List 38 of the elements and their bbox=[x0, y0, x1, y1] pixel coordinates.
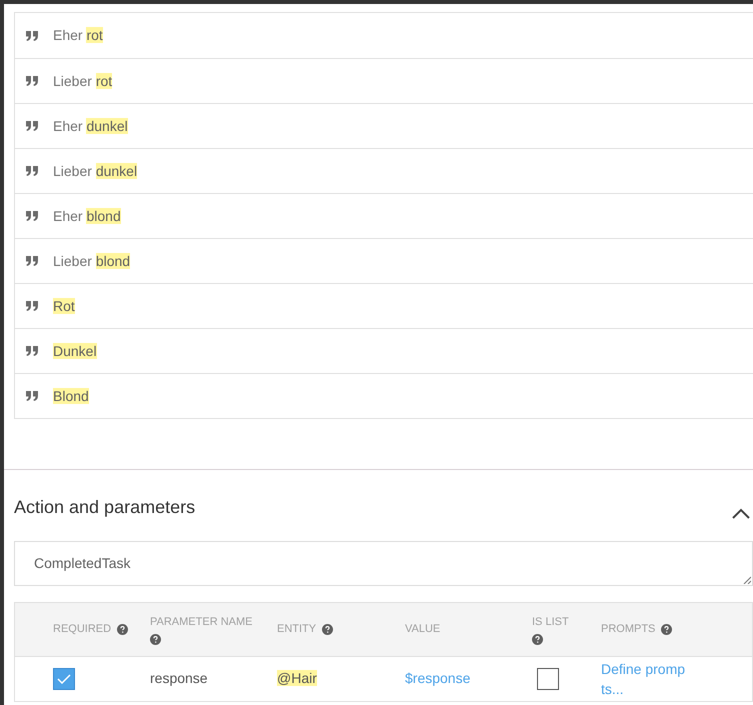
training-phrase[interactable]: Lieber blond bbox=[53, 250, 130, 272]
quote-icon bbox=[26, 211, 39, 221]
column-header: ENTITY bbox=[277, 622, 316, 638]
quote-icon bbox=[26, 76, 39, 86]
training-phrase[interactable]: Eher blond bbox=[53, 206, 121, 226]
training-phrase[interactable]: Blond bbox=[53, 386, 89, 406]
parameter-name: response bbox=[150, 670, 208, 686]
quote-icon bbox=[26, 30, 39, 40]
help-icon[interactable] bbox=[661, 624, 672, 635]
column-header: REQUIRED bbox=[53, 622, 112, 638]
help-icon[interactable] bbox=[532, 634, 543, 645]
required-checkbox[interactable] bbox=[53, 668, 75, 690]
action-field[interactable]: CompletedTask bbox=[14, 541, 753, 586]
column-header: PROMPTS bbox=[601, 622, 656, 638]
help-icon[interactable] bbox=[322, 624, 334, 635]
chevron-icon[interactable] bbox=[731, 506, 751, 518]
check-icon bbox=[57, 674, 71, 684]
help-icon[interactable] bbox=[117, 624, 128, 635]
training-phrase[interactable]: Eher dunkel bbox=[53, 116, 128, 136]
quote-icon bbox=[26, 121, 39, 131]
training-phrase[interactable]: Lieber dunkel bbox=[53, 160, 138, 182]
column-header: IS LIST bbox=[532, 615, 569, 630]
is-list-checkbox[interactable] bbox=[537, 668, 559, 690]
training-phrase[interactable]: Eher rot bbox=[53, 25, 103, 46]
quote-icon bbox=[26, 256, 39, 266]
resize-handle-icon[interactable] bbox=[743, 576, 751, 584]
column-header: VALUE bbox=[405, 622, 440, 638]
quote-icon bbox=[26, 391, 39, 401]
training-phrase[interactable]: Dunkel bbox=[53, 340, 97, 362]
quote-icon bbox=[26, 166, 39, 176]
training-phrase[interactable]: Lieber rot bbox=[53, 70, 112, 92]
quote-icon bbox=[26, 346, 39, 356]
training-phrase[interactable]: Rot bbox=[53, 296, 75, 316]
help-icon[interactable] bbox=[150, 634, 161, 645]
entity-label: @Hair bbox=[277, 670, 317, 686]
column-header: PARAMETER NAME bbox=[150, 615, 252, 630]
section-title: Action and parameters bbox=[14, 496, 196, 519]
quote-icon bbox=[26, 301, 39, 311]
